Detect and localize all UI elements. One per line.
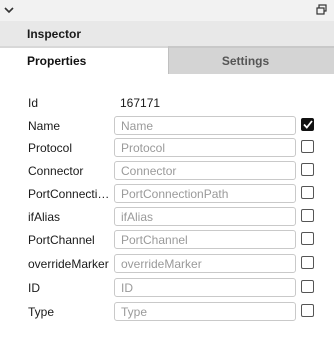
- name-checkbox[interactable]: [301, 118, 314, 131]
- field-label: PortChannel: [28, 233, 95, 247]
- id-row: Id 167171: [0, 92, 334, 114]
- tab-settings[interactable]: Settings: [168, 46, 334, 74]
- restore-window-icon[interactable]: [315, 3, 328, 16]
- field-row-protocol: Protocol: [0, 137, 334, 159]
- if-alias-checkbox[interactable]: [301, 209, 314, 222]
- tab-bar: Properties Settings: [0, 46, 334, 74]
- port-connection-path-input[interactable]: [114, 184, 296, 203]
- connector-input[interactable]: [114, 161, 296, 180]
- field-row-if-alias: ifAlias: [0, 206, 334, 228]
- field-label: overrideMarker: [28, 257, 109, 271]
- panel-title: Inspector: [27, 27, 82, 41]
- id-checkbox[interactable]: [301, 280, 314, 293]
- override-marker-checkbox[interactable]: [301, 256, 314, 269]
- if-alias-input[interactable]: [114, 207, 296, 226]
- port-channel-checkbox[interactable]: [301, 232, 314, 245]
- chevron-down-icon[interactable]: [2, 3, 15, 16]
- field-row-id: ID: [0, 277, 334, 299]
- field-row-port-connection-path: PortConnectio...: [0, 183, 334, 205]
- field-label: ID: [28, 281, 40, 295]
- field-row-type: Type: [0, 301, 334, 323]
- id-input[interactable]: [114, 278, 296, 297]
- id-value: 167171: [120, 96, 161, 110]
- field-row-port-channel: PortChannel: [0, 229, 334, 251]
- override-marker-input[interactable]: [114, 254, 296, 273]
- field-label: Protocol: [28, 141, 73, 155]
- inspector-header: Inspector: [0, 21, 334, 46]
- port-channel-input[interactable]: [114, 230, 296, 249]
- connector-checkbox[interactable]: [301, 163, 314, 176]
- field-row-connector: Connector: [0, 160, 334, 182]
- title-bar: [0, 0, 334, 21]
- field-label: Connector: [28, 164, 84, 178]
- id-label: Id: [28, 96, 39, 110]
- field-label: ifAlias: [28, 210, 61, 224]
- port-connection-path-checkbox[interactable]: [301, 186, 314, 199]
- protocol-checkbox[interactable]: [301, 140, 314, 153]
- field-row-override-marker: overrideMarker: [0, 253, 334, 275]
- checkmark-icon: [302, 120, 313, 129]
- field-label: PortConnectio...: [28, 187, 112, 201]
- protocol-input[interactable]: [114, 138, 296, 157]
- field-label: Type: [28, 305, 55, 319]
- type-checkbox[interactable]: [301, 304, 314, 317]
- name-input[interactable]: [114, 116, 296, 135]
- type-input[interactable]: [114, 302, 296, 321]
- field-row-name: Name: [0, 115, 334, 137]
- tab-properties[interactable]: Properties: [0, 46, 168, 74]
- field-label: Name: [28, 119, 61, 133]
